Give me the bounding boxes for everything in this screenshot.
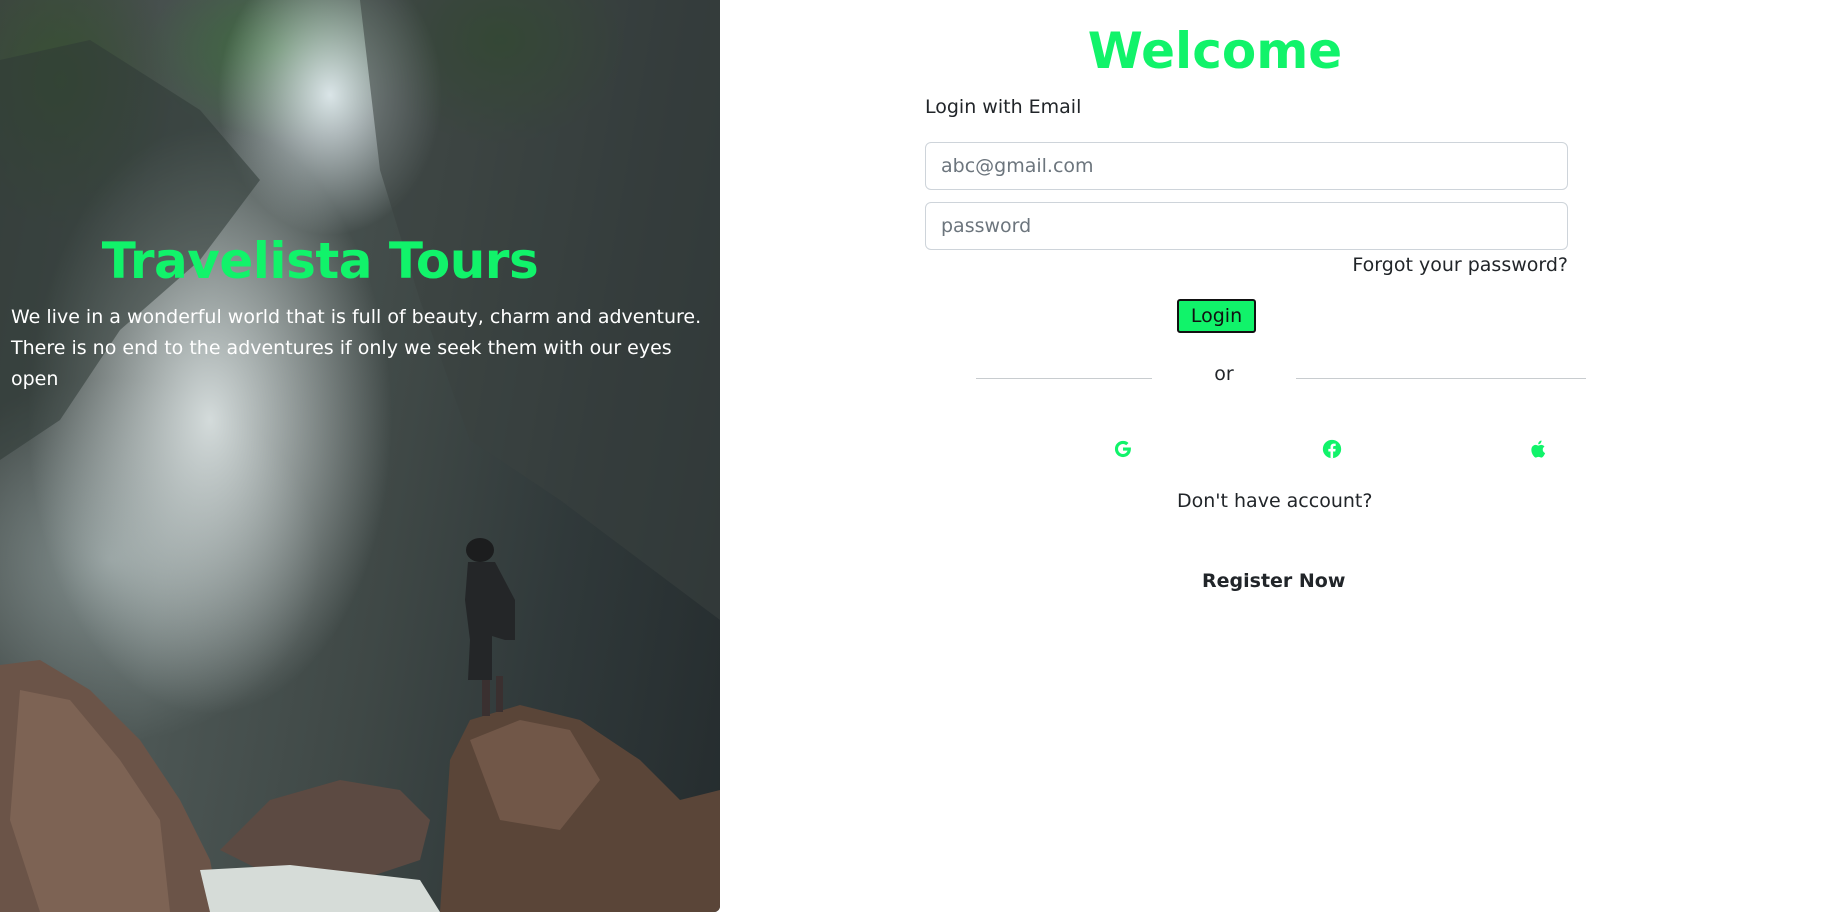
divider-left [976, 378, 1152, 379]
facebook-icon [1322, 439, 1342, 459]
password-field[interactable] [925, 202, 1568, 250]
divider-or-text: or [1214, 363, 1234, 385]
google-icon [1114, 440, 1131, 458]
apple-login-button[interactable] [1527, 437, 1551, 461]
email-field[interactable] [925, 142, 1568, 190]
google-login-button[interactable] [1111, 437, 1135, 461]
hero-tagline-line-1: We live in a wonderful world that is ful… [11, 306, 702, 328]
login-button[interactable]: Login [1177, 299, 1256, 333]
hero-tagline: We live in a wonderful world that is ful… [11, 302, 711, 395]
facebook-login-button[interactable] [1320, 437, 1344, 461]
hero-panel: Travelista Tours We live in a wonderful … [0, 0, 720, 912]
hero-title: Travelista Tours [101, 232, 539, 290]
register-now-link[interactable]: Register Now [1202, 570, 1345, 592]
login-with-email-label: Login with Email [925, 96, 1082, 118]
divider-right [1296, 378, 1586, 379]
forgot-password-link[interactable]: Forgot your password? [1352, 254, 1568, 276]
no-account-text: Don't have account? [1177, 490, 1373, 512]
hero-background-image [0, 0, 720, 912]
apple-icon [1531, 440, 1546, 458]
welcome-heading: Welcome [1087, 22, 1343, 80]
hero-tagline-line-2: There is no end to the adventures if onl… [11, 337, 672, 390]
